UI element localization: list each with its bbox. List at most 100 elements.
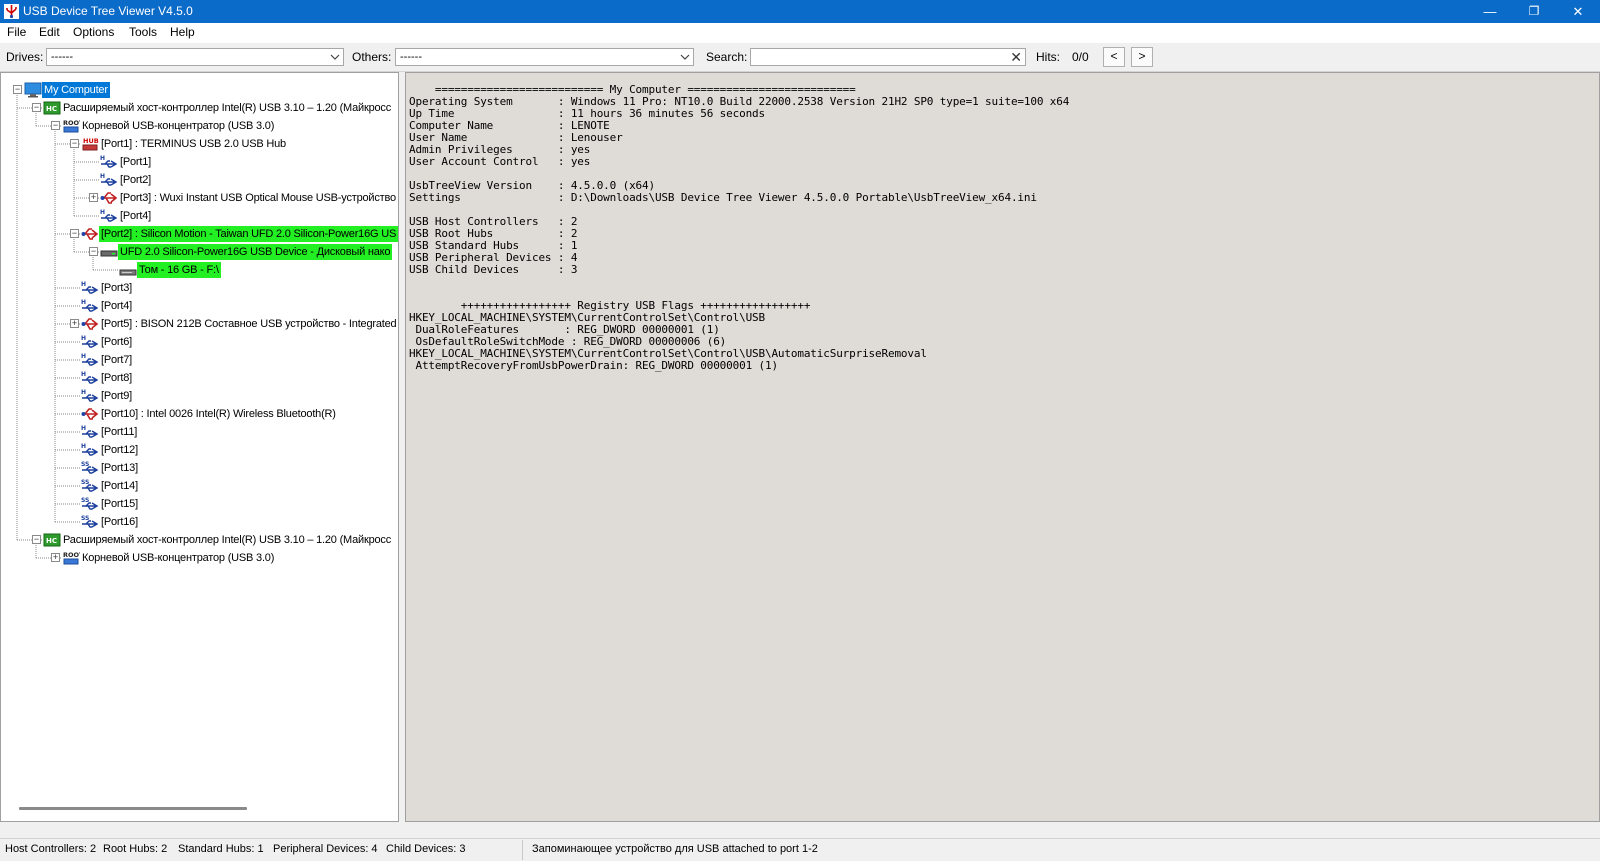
svg-text:H: H	[81, 443, 86, 450]
svg-text:H: H	[81, 389, 86, 396]
drives-label: Drives:	[6, 50, 44, 64]
next-hit-button[interactable]: >	[1131, 47, 1153, 67]
collapse-icon[interactable]: −	[32, 535, 41, 544]
window-title: USB Device Tree Viewer V4.5.0	[23, 4, 193, 18]
root-hub-icon: ROOT	[63, 119, 80, 133]
usb-device-icon	[81, 228, 99, 240]
usb-ss-port-icon: SS	[81, 461, 99, 474]
collapse-icon[interactable]: −	[89, 247, 98, 256]
tree-node-label: [Port4]	[101, 300, 133, 312]
menu-bar: File Edit Options Tools Help	[0, 23, 1600, 43]
tree-node-label: [Port5] : BISON 212B Составное USB устро…	[101, 318, 397, 330]
usb-port-icon: H	[100, 209, 118, 222]
drives-select[interactable]: ------	[46, 48, 344, 66]
svg-text:ROOT: ROOT	[63, 551, 80, 559]
expand-icon[interactable]: +	[70, 319, 79, 328]
collapse-icon[interactable]: −	[70, 229, 79, 238]
horizontal-scrollbar[interactable]	[19, 807, 247, 810]
usb-device-icon	[100, 192, 118, 204]
device-tree[interactable]: − My Computer − HC Расширяемый хост-контролл…	[0, 72, 399, 822]
search-label: Search:	[706, 50, 748, 64]
tree-node-label: [Port1]	[120, 156, 152, 168]
usb-port-icon: H	[81, 299, 99, 312]
usb-port-icon: H	[81, 371, 99, 384]
status-child-devices: Child Devices: 3	[386, 843, 466, 855]
status-host-controllers: Host Controllers: 2	[5, 843, 97, 855]
svg-text:H: H	[100, 173, 105, 180]
menu-help[interactable]: Help	[170, 25, 195, 39]
tree-node-label: [Port3] : Wuxi Instant USB Optical Mouse…	[120, 192, 396, 204]
expand-icon[interactable]: +	[89, 193, 98, 202]
tree-node-label: [Port8]	[101, 372, 133, 384]
computer-icon	[24, 82, 42, 98]
host-controller-icon: HC	[43, 101, 61, 115]
tree-node-label: [Port2]	[120, 174, 152, 186]
clear-search-icon[interactable]: ✕	[1010, 49, 1022, 65]
svg-text:H: H	[81, 371, 86, 378]
svg-text:H: H	[100, 209, 105, 216]
menu-edit[interactable]: Edit	[39, 25, 60, 39]
usb-device-icon	[81, 318, 99, 330]
maximize-button[interactable]: ❐	[1512, 0, 1556, 23]
tree-node-label: UFD 2.0 Silicon-Power16G USB Device - Ди…	[118, 244, 393, 260]
tree-node-label: [Port10] : Intel 0026 Intel(R) Wireless …	[101, 408, 336, 420]
others-select-value: ------	[400, 51, 422, 63]
usb-device-icon	[81, 408, 99, 420]
search-box: ✕	[750, 48, 1026, 66]
collapse-icon[interactable]: −	[32, 103, 41, 112]
hits-label: Hits:	[1036, 50, 1060, 64]
usb-app-icon	[4, 4, 19, 19]
toolbar: Drives: ------ Others: ------ Search: ✕ …	[0, 43, 1600, 72]
tree-node-label: My Computer	[42, 82, 110, 98]
usb-ss-port-icon: SS	[81, 515, 99, 528]
svg-text:HC: HC	[46, 105, 57, 113]
host-controller-icon: HC	[43, 533, 61, 547]
usb-port-icon: H	[100, 173, 118, 186]
previous-hit-button[interactable]: <	[1103, 47, 1125, 67]
tree-node-label: Расширяемый хост-контроллер Intel(R) USB…	[63, 534, 392, 546]
usb-ss-port-icon: SS	[81, 479, 99, 492]
info-text: ========================== My Computer =…	[409, 83, 1070, 372]
status-bar: Host Controllers: 2 Root Hubs: 2 Standar…	[0, 838, 1600, 861]
others-label: Others:	[352, 50, 392, 64]
usb-port-icon: H	[81, 335, 99, 348]
hits-value: 0/0	[1072, 50, 1089, 64]
svg-text:H: H	[100, 155, 105, 162]
usb-port-icon: H	[81, 353, 99, 366]
usb-port-icon: H	[81, 425, 99, 438]
tree-node-label: Расширяемый хост-контроллер Intel(R) USB…	[63, 102, 392, 114]
tree-node-label: Том - 16 GB - F:\	[137, 262, 221, 278]
svg-text:H: H	[81, 335, 86, 342]
root-hub-icon: ROOT	[63, 551, 80, 565]
svg-text:HC: HC	[46, 537, 57, 545]
tree-node-label: [Port15]	[101, 498, 138, 510]
search-input[interactable]	[754, 50, 1004, 64]
collapse-icon[interactable]: −	[70, 139, 79, 148]
menu-options[interactable]: Options	[73, 25, 114, 39]
tree-node-label: [Port1] : TERMINUS USB 2.0 USB Hub	[101, 138, 286, 150]
drives-select-value: ------	[51, 51, 73, 63]
title-bar: USB Device Tree Viewer V4.5.0 — ❐ ✕	[0, 0, 1600, 23]
svg-text:HUB: HUB	[83, 137, 99, 145]
volume-icon	[119, 269, 137, 276]
menu-file[interactable]: File	[7, 25, 26, 39]
minimize-button[interactable]: —	[1468, 0, 1512, 23]
tree-node-label: Корневой USB-концентратор (USB 3.0)	[82, 552, 275, 564]
menu-tools[interactable]: Tools	[129, 25, 157, 39]
info-panel[interactable]: ========================== My Computer =…	[405, 72, 1600, 822]
collapse-icon[interactable]: −	[13, 85, 22, 94]
tree-node-label: [Port7]	[101, 354, 133, 366]
expand-icon[interactable]: +	[51, 553, 60, 562]
tree-node-label: [Port6]	[101, 336, 133, 348]
svg-text:H: H	[81, 353, 86, 360]
collapse-icon[interactable]: −	[51, 121, 60, 130]
status-standard-hubs: Standard Hubs: 1	[178, 843, 264, 855]
tree-node-label: Корневой USB-концентратор (USB 3.0)	[82, 120, 275, 132]
usb-port-icon: H	[100, 155, 118, 168]
close-button[interactable]: ✕	[1556, 0, 1600, 23]
tree-node-label: [Port16]	[101, 516, 138, 528]
tree-node-label: [Port14]	[101, 480, 138, 492]
tree-node-label: [Port12]	[101, 444, 138, 456]
tree-lines	[16, 95, 118, 559]
others-select[interactable]: ------	[395, 48, 694, 66]
